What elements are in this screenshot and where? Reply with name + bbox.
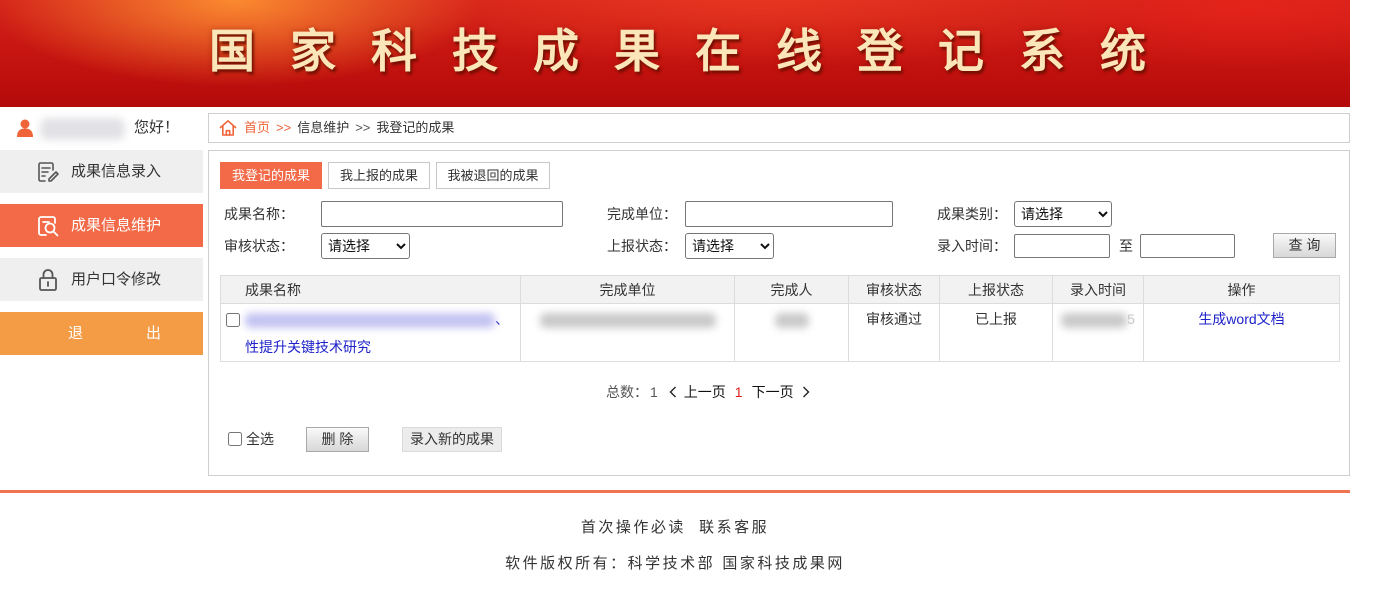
sidebar-item-achievement-maintenance[interactable]: 成果信息维护	[0, 204, 203, 247]
total-count: 1	[650, 384, 658, 400]
select-all-label[interactable]: 全选	[246, 427, 274, 452]
breadcrumb-separator: >>	[276, 120, 292, 135]
chevron-left-icon	[669, 386, 676, 398]
achievement-name-link[interactable]: 、 性提升关键技术研究	[245, 305, 520, 361]
current-page: 1	[734, 384, 743, 400]
completion-person-cell	[734, 303, 849, 362]
query-button[interactable]: 查 询	[1273, 233, 1336, 258]
first-use-guide-link[interactable]: 首次操作必读	[581, 518, 686, 536]
redacted-text	[539, 312, 716, 328]
prev-page-label: 上一页	[683, 384, 726, 400]
main-panel: 我登记的成果 我上报的成果 我被退回的成果 成果名称： 完成单位： 成果类别： …	[208, 150, 1350, 476]
pagination: 总数： 1 上一页 1 下一页	[606, 381, 811, 403]
audit-status-select[interactable]: 请选择	[321, 233, 410, 259]
entry-time-label: 录入时间：	[937, 238, 1007, 254]
audit-status-cell: 审核通过	[848, 303, 940, 362]
column-header: 上报状态	[939, 275, 1053, 304]
generate-word-link[interactable]: 生成word文档	[1198, 311, 1284, 327]
next-page-link[interactable]: 下一页	[752, 381, 811, 403]
table-row: 、 性提升关键技术研究 审核通过 已上报 5 生成word文档	[220, 303, 1340, 362]
sidebar-item-label: 成果信息录入	[71, 163, 162, 180]
sidebar-item-label: 用户口令修改	[71, 271, 162, 288]
prev-page-link[interactable]: 上一页	[668, 381, 726, 403]
column-header: 完成人	[734, 275, 849, 304]
column-header: 完成单位	[520, 275, 735, 304]
add-new-achievement-button[interactable]: 录入新的成果	[402, 427, 502, 452]
table-header-row: 成果名称 完成单位 完成人 审核状态 上报状态 录入时间 操作	[220, 275, 1340, 304]
user-greeting-row: 您好！	[0, 113, 203, 143]
entry-time-to-input[interactable]	[1140, 234, 1235, 258]
sidebar-item-change-password[interactable]: 用户口令修改	[0, 258, 203, 301]
user-icon	[17, 119, 33, 137]
breadcrumb-current: 我登记的成果	[376, 120, 455, 135]
report-status-select[interactable]: 请选择	[685, 233, 774, 259]
footer-links: 首次操作必读 联系客服	[0, 516, 1350, 538]
edit-form-icon	[38, 162, 59, 182]
delete-button[interactable]: 删 除	[306, 427, 369, 452]
name-filter-input[interactable]	[321, 201, 563, 227]
audit-status-label: 审核状态：	[224, 238, 294, 254]
total-label: 总数：	[606, 384, 648, 400]
entry-time-from-input[interactable]	[1014, 234, 1110, 258]
search-document-icon	[38, 216, 59, 237]
results-table: 成果名称 完成单位 完成人 审核状态 上报状态 录入时间 操作 、 性提升关键技…	[220, 275, 1340, 362]
tab-my-returned[interactable]: 我被退回的成果	[436, 162, 550, 189]
redacted-text	[1061, 312, 1128, 328]
breadcrumb: 首页 >> 信息维护 >> 我登记的成果	[208, 113, 1350, 143]
achievement-name-line2: 性提升关键技术研究	[245, 339, 371, 355]
redacted-username	[40, 118, 125, 140]
completion-unit-cell	[520, 303, 735, 362]
column-header: 成果名称	[220, 275, 521, 304]
greeting-text: 您好！	[134, 119, 180, 136]
logout-label: 退出	[68, 325, 225, 342]
logout-button[interactable]: 退出	[0, 312, 203, 355]
sidebar-item-achievement-entry[interactable]: 成果信息录入	[0, 150, 203, 193]
report-status-label: 上报状态：	[607, 238, 677, 254]
breadcrumb-separator: >>	[355, 120, 371, 135]
unit-filter-label: 完成单位：	[607, 206, 677, 222]
lock-icon	[39, 269, 57, 291]
column-header: 操作	[1143, 275, 1340, 304]
achievement-name-cell: 、 性提升关键技术研究	[220, 303, 521, 362]
system-title: 国家科技成果在线登记系统	[209, 25, 1181, 77]
copyright-text: 软件版权所有：科学技术部 国家科技成果网	[505, 554, 845, 572]
report-status-cell: 已上报	[939, 303, 1053, 362]
tab-my-reported[interactable]: 我上报的成果	[328, 162, 430, 189]
contact-support-link[interactable]: 联系客服	[699, 518, 769, 536]
footer-divider	[0, 490, 1350, 493]
redacted-text	[245, 312, 495, 328]
entry-time-tail: 5	[1127, 311, 1135, 327]
entry-time-cell: 5	[1052, 303, 1144, 362]
unit-filter-input[interactable]	[685, 201, 893, 227]
category-select[interactable]: 请选择	[1014, 201, 1112, 227]
achievement-name-line1-end: 、	[495, 311, 509, 327]
tab-my-registered[interactable]: 我登记的成果	[220, 162, 322, 189]
entry-time-separator: 至	[1119, 238, 1133, 254]
breadcrumb-home-link[interactable]: 首页	[219, 114, 270, 142]
action-cell: 生成word文档	[1143, 303, 1340, 362]
breadcrumb-home-label: 首页	[244, 120, 271, 135]
column-header: 录入时间	[1052, 275, 1144, 304]
breadcrumb-item[interactable]: 信息维护	[297, 114, 349, 142]
select-all-checkbox[interactable]	[228, 432, 242, 446]
name-filter-label: 成果名称：	[224, 206, 294, 222]
sidebar-item-label: 成果信息维护	[71, 217, 162, 234]
header-banner: 国家科技成果在线登记系统	[0, 0, 1350, 107]
next-page-label: 下一页	[751, 384, 794, 400]
category-filter-label: 成果类别：	[937, 206, 1007, 222]
chevron-right-icon	[802, 386, 810, 398]
home-icon	[219, 120, 237, 136]
row-checkbox[interactable]	[226, 313, 240, 327]
achievement-name-line1: 、	[245, 305, 520, 333]
redacted-text	[774, 312, 809, 328]
column-header: 审核状态	[848, 275, 940, 304]
